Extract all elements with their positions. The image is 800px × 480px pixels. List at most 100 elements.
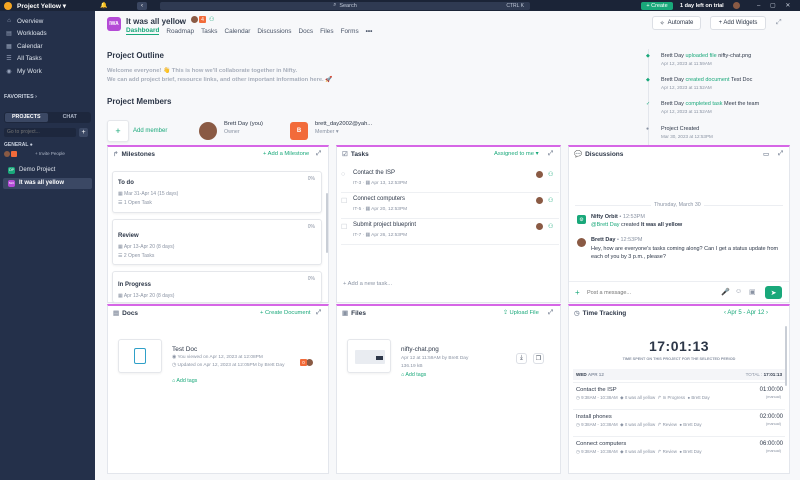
- sidebar-item-overview[interactable]: ⌂ Overview: [0, 15, 95, 28]
- window-controls[interactable]: – ▢ ✕: [757, 2, 794, 9]
- send-button[interactable]: ➤: [765, 286, 782, 299]
- tab-tasks[interactable]: Tasks: [201, 28, 217, 35]
- activity-object[interactable]: nifty-chat.png: [718, 53, 751, 59]
- add-member-label[interactable]: Add member: [133, 128, 167, 134]
- date-range-select[interactable]: ‹ Apr 5 - Apr 12 ›: [724, 310, 768, 316]
- expand-icon[interactable]: ⤢: [548, 309, 553, 317]
- sidebar-item-all-tasks[interactable]: ☰ All Tasks: [0, 53, 95, 66]
- tab-docs[interactable]: Docs: [299, 28, 314, 35]
- trial-badge[interactable]: 1 day left on trial: [680, 3, 724, 9]
- attach-icon[interactable]: +: [575, 288, 580, 297]
- activity-object[interactable]: Meet the team: [724, 101, 759, 107]
- member-role-select[interactable]: Member ▾: [315, 129, 339, 135]
- activity-object[interactable]: Test Doc: [731, 77, 752, 83]
- mic-icon[interactable]: 🎤: [721, 288, 730, 296]
- project-switcher[interactable]: Project Yellow ▾: [17, 2, 66, 10]
- task-filter-select[interactable]: Assigned to me ▾: [494, 151, 538, 157]
- assignee-avatar[interactable]: [536, 223, 543, 230]
- member-avatar[interactable]: B: [290, 122, 308, 140]
- milestone-card[interactable]: In Progress 0% ▦ Apr 13-Apr 20 (8 days): [112, 271, 322, 303]
- scrollbar[interactable]: [785, 326, 787, 386]
- general-header[interactable]: GENERAL ●: [0, 142, 95, 148]
- sidebar-project-yellow[interactable]: IWA It was all yellow: [3, 177, 92, 189]
- sidebar-item-workloads[interactable]: ▤ Workloads: [0, 28, 95, 41]
- user-avatar[interactable]: [733, 2, 740, 9]
- task-row[interactable]: ☐ Submit project blueprint IT-7 · ▦ Apr …: [341, 219, 559, 245]
- expand-icon[interactable]: ⤢: [316, 150, 321, 158]
- add-task-input[interactable]: + Add a new task...: [343, 281, 392, 287]
- time-entry[interactable]: Contact the ISP 01:00:00 (manual) ◷ 9:38…: [573, 382, 785, 408]
- tab-discussions[interactable]: Discussions: [257, 28, 291, 35]
- project-label: It was all yellow: [19, 180, 65, 186]
- add-tags-button[interactable]: ⌂ Add tags: [172, 378, 197, 384]
- sidebar-item-calendar[interactable]: ▦ Calendar: [0, 40, 95, 53]
- upload-file-button[interactable]: ⇪ Upload File: [503, 310, 539, 316]
- doc-thumbnail[interactable]: [118, 339, 162, 373]
- add-assignee-icon[interactable]: ⚇: [548, 197, 553, 204]
- add-assignee-icon[interactable]: ⚇: [548, 171, 553, 178]
- time-entry[interactable]: Install phones 02:00:00 (manual) ◷ 9:38A…: [573, 409, 785, 435]
- tab-forms[interactable]: Forms: [341, 28, 359, 35]
- checkbox[interactable]: ☐: [341, 197, 347, 205]
- add-milestone-button[interactable]: + Add a Milestone: [263, 151, 309, 157]
- outline-text[interactable]: We can add project brief, resource links…: [107, 77, 333, 83]
- expand-icon[interactable]: ⤢: [778, 150, 783, 158]
- project-search-input[interactable]: [4, 127, 76, 137]
- add-member-icon[interactable]: ⚇: [209, 16, 214, 23]
- outline-text[interactable]: Welcome everyone! 👋 This is how we'll co…: [107, 68, 297, 74]
- tab-roadmap[interactable]: Roadmap: [166, 28, 194, 35]
- task-meta: IT-3 · ▦ Apr 13, 12:53PM: [353, 181, 408, 186]
- assignee-avatar[interactable]: [536, 197, 543, 204]
- add-member-button[interactable]: +: [107, 120, 129, 142]
- comment-count-badge[interactable]: 0: [300, 359, 307, 366]
- file-name[interactable]: nifty-chat.png: [401, 346, 439, 353]
- assignee-avatar[interactable]: [536, 171, 543, 178]
- member-avatar[interactable]: [199, 122, 217, 140]
- back-button[interactable]: ‹: [137, 1, 147, 10]
- download-button[interactable]: ⤓: [516, 353, 527, 364]
- message-input[interactable]: [587, 287, 707, 298]
- expand-icon[interactable]: ⤢: [776, 19, 782, 27]
- checkbox[interactable]: ○: [341, 171, 345, 178]
- sidebar-item-my-work[interactable]: ◉ My Work: [0, 65, 95, 78]
- tab-chat[interactable]: CHAT: [49, 114, 92, 120]
- bell-icon[interactable]: 🔔: [100, 2, 107, 9]
- automate-button[interactable]: ✧ Automate: [652, 16, 701, 30]
- sidebar-project-demo[interactable]: DP Demo Project: [3, 165, 92, 176]
- search-bar[interactable]: ⌕ Search CTRL K: [160, 1, 530, 10]
- gif-icon[interactable]: ▣: [749, 288, 756, 296]
- add-assignee-icon[interactable]: ⚇: [548, 223, 553, 230]
- tab-dashboard[interactable]: Dashboard: [126, 27, 160, 35]
- task-row[interactable]: ☐ Connect computers IT-5 · ▦ Apr 20, 12:…: [341, 193, 559, 219]
- entry-meta: ◷ 9:38AM - 10:38AM ◆ It was all yellow ↱…: [576, 395, 710, 400]
- time-entry[interactable]: Connect computers 06:00:00 (manual) ◷ 9:…: [573, 436, 785, 462]
- member-count-badge[interactable]: 4: [199, 16, 206, 23]
- create-button[interactable]: + Create: [641, 1, 673, 10]
- add-tags-button[interactable]: ⌂ Add tags: [401, 372, 426, 378]
- tab-files[interactable]: Files: [320, 28, 334, 35]
- task-row[interactable]: ○ Contact the ISP IT-3 · ▦ Apr 13, 12:53…: [341, 167, 559, 193]
- add-project-button[interactable]: +: [79, 127, 88, 137]
- milestone-card[interactable]: To do 0% ▦ Mar 31-Apr 14 (15 days) ☰ 1 O…: [112, 171, 322, 213]
- video-icon[interactable]: ▭: [763, 150, 769, 158]
- scrollbar[interactable]: [326, 193, 328, 253]
- expand-icon[interactable]: ⤢: [316, 309, 321, 317]
- copy-button[interactable]: ❐: [533, 353, 544, 364]
- create-document-button[interactable]: + Create Document: [260, 310, 310, 316]
- automate-icon: ✧: [659, 20, 665, 27]
- member-avatar[interactable]: [191, 16, 198, 23]
- file-thumbnail[interactable]: [347, 339, 391, 373]
- favorites-header[interactable]: FAVORITES ›: [0, 94, 95, 100]
- add-widgets-button[interactable]: + Add Widgets: [710, 16, 766, 30]
- checkbox[interactable]: ☐: [341, 223, 347, 231]
- chevron-down-icon[interactable]: ⌄: [178, 17, 184, 25]
- expand-icon[interactable]: ⤢: [548, 150, 553, 158]
- more-tabs-icon[interactable]: •••: [366, 28, 373, 35]
- invite-people-link[interactable]: + Invite People: [35, 151, 65, 156]
- tab-calendar[interactable]: Calendar: [224, 28, 250, 35]
- emoji-icon[interactable]: ☺: [735, 288, 742, 295]
- doc-title[interactable]: Test Doc: [172, 346, 197, 353]
- milestone-progress: 0%: [307, 176, 315, 182]
- milestone-card[interactable]: Review 0% ▦ Apr 13-Apr 20 (8 days) ☰ 2 O…: [112, 219, 322, 265]
- tab-projects[interactable]: PROJECTS: [5, 112, 48, 122]
